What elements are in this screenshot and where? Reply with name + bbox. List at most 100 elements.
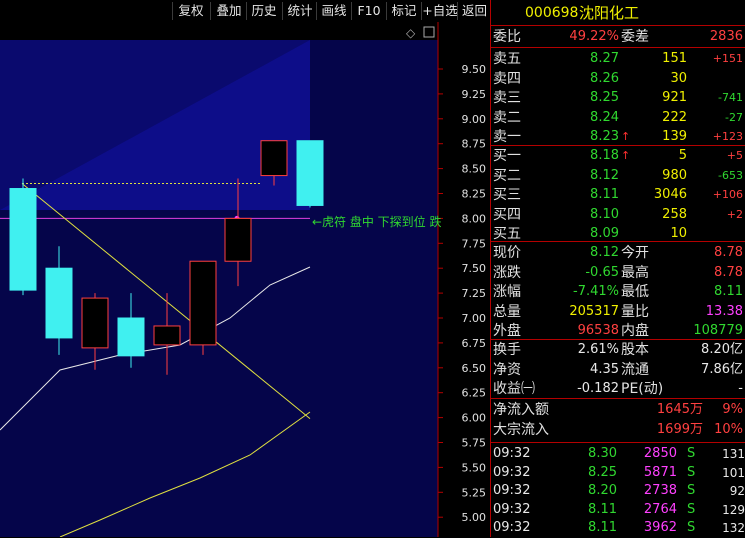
toolbar-button-3[interactable]: 统计 — [282, 2, 317, 20]
candle-4[interactable] — [153, 325, 181, 346]
quote-row: 总量 205317 量比 13.38 — [491, 302, 745, 322]
ask-label: 卖五 — [493, 51, 521, 67]
toolbar-button-7[interactable]: +自选 — [421, 2, 458, 20]
quote-panel: 000698 沈阳化工 委比 49.22% 委差 2836 卖五 8.27 151 +151 卖四 8… — [490, 0, 745, 537]
quote-label: 内盘 — [621, 323, 649, 339]
stock-code: 000698 — [525, 5, 579, 21]
diamond-icon[interactable]: ◇ — [406, 26, 416, 40]
candle-6[interactable] — [224, 217, 252, 262]
y-tick-label: 8.25 — [462, 188, 487, 201]
candle-2[interactable] — [81, 297, 109, 349]
flow-pct: 10% — [714, 422, 743, 437]
y-tick-label: 6.00 — [462, 412, 487, 425]
bid-row: 买四 8.10 258 +2 — [491, 205, 745, 225]
tick-price: 8.11 — [588, 501, 617, 517]
fundamental-value: 7.86亿 — [701, 361, 743, 377]
committee-diff-label: 委差 — [621, 29, 649, 45]
candle-8[interactable] — [296, 140, 324, 206]
ask-volume: 139 — [662, 129, 687, 144]
bid-change: +106 — [712, 188, 743, 201]
quote-label: 最高 — [621, 264, 649, 281]
y-tick-label: 9.50 — [462, 63, 487, 76]
up-arrow-icon: ↑ — [621, 149, 631, 162]
ask-row: 卖二 8.24 222 -27 — [491, 108, 745, 128]
ask-price: 8.24 — [590, 109, 619, 125]
tick-time: 09:32 — [493, 464, 531, 480]
bid-price: 8.12 — [590, 167, 619, 183]
fundamental-label: 净资 — [493, 361, 521, 378]
y-tick-label: 8.50 — [462, 163, 487, 176]
quote-value: 96538 — [577, 323, 619, 338]
toolbar-button-0[interactable]: 复权 — [172, 2, 209, 20]
tick-price: 8.20 — [588, 483, 617, 498]
quote-row: 外盘 96538 内盘 108779 — [491, 321, 745, 341]
tick-time: 09:32 — [493, 520, 531, 535]
tick-price: 8.30 — [588, 446, 617, 461]
toolbar-button-1[interactable]: 叠加 — [210, 2, 247, 20]
tick-side: S — [687, 483, 696, 498]
fundamental-value: 2.61% — [577, 342, 619, 357]
fundamental-label: 换手 — [493, 342, 521, 358]
flow-amount: 1645万 — [656, 402, 703, 417]
candle-1[interactable] — [45, 267, 73, 339]
tick-row: 09:32 8.30 2850 S 131 — [491, 444, 745, 464]
tick-volume: 2738 — [643, 483, 677, 498]
toolbar-button-2[interactable]: 历史 — [246, 2, 281, 20]
tick-volume: 3962 — [643, 520, 677, 535]
bid-price: 8.11 — [590, 187, 619, 202]
y-tick-label: 5.00 — [462, 511, 487, 524]
y-tick-label: 8.00 — [462, 212, 487, 225]
tick-row: 09:32 8.25 5871 S 101 — [491, 463, 745, 483]
quote-label: 最低 — [621, 284, 649, 300]
ask-label: 卖二 — [493, 109, 521, 126]
ask-change — [691, 69, 743, 89]
bid-change: +5 — [726, 149, 743, 162]
y-tick-label: 7.00 — [462, 312, 487, 325]
toolbar-button-4[interactable]: 画线 — [316, 2, 351, 20]
ask-volume: 30 — [670, 70, 687, 86]
ask-row: 卖三 8.25 921 -741 — [491, 88, 745, 108]
bid-label: 买一 — [493, 148, 521, 164]
y-tick-label: 6.50 — [462, 362, 487, 375]
y-tick-label: 7.25 — [462, 287, 487, 300]
candle-3[interactable] — [117, 317, 145, 357]
toolbar: 复权 叠加 历史 统计 画线 F10 标记 +自选 返回 — [0, 0, 490, 22]
tick-side: S — [687, 446, 696, 461]
y-tick-label: 7.50 — [462, 262, 487, 275]
y-tick-label: 5.75 — [462, 437, 487, 450]
quote-value: -7.41% — [573, 284, 619, 299]
bid-change: -653 — [718, 168, 743, 182]
toolbar-button-8[interactable]: 返回 — [457, 2, 491, 20]
tick-count: 131 — [722, 447, 745, 461]
divider — [491, 398, 745, 399]
tick-row: 09:32 8.11 2764 S 129 — [491, 500, 745, 520]
ask-volume: 921 — [662, 90, 687, 105]
candle-7[interactable] — [260, 140, 288, 177]
flow-label: 大宗流入 — [493, 422, 549, 438]
fundamental-value: 8.20亿 — [701, 342, 743, 357]
toolbar-button-6[interactable]: 标记 — [386, 2, 421, 20]
quote-label: 外盘 — [493, 323, 521, 339]
toolbar-button-5[interactable]: F10 — [351, 2, 386, 20]
ask-price: 8.23 — [590, 129, 619, 144]
y-tick-label: 6.75 — [462, 337, 487, 350]
fundamental-value: - — [738, 381, 743, 396]
divider — [491, 241, 745, 242]
quote-value: -0.65 — [585, 264, 619, 280]
candle-0[interactable] — [9, 188, 37, 291]
quote-label: 总量 — [493, 303, 521, 320]
fundamental-label: 流通 — [621, 361, 649, 378]
quote-label: 现价 — [493, 245, 521, 261]
bid-label: 买四 — [493, 206, 521, 223]
bid-label: 买二 — [493, 167, 521, 184]
committee-row: 委比 49.22% 委差 2836 — [491, 27, 745, 47]
ask-volume: 151 — [662, 51, 687, 66]
y-tick-label: 9.25 — [462, 88, 487, 101]
tick-side: S — [687, 464, 696, 480]
candle-5[interactable] — [189, 260, 217, 346]
ask-change: -27 — [725, 110, 743, 124]
flow-row: 净流入额 1645万 9% — [491, 400, 745, 420]
flow-pct: 9% — [722, 402, 743, 417]
kline-chart[interactable]: 9.50 9.25 9.00 8.75 8.50 8.25 8.00 7.75 7.50 7.25… — [0, 0, 490, 537]
ask-volume: 222 — [662, 109, 687, 125]
